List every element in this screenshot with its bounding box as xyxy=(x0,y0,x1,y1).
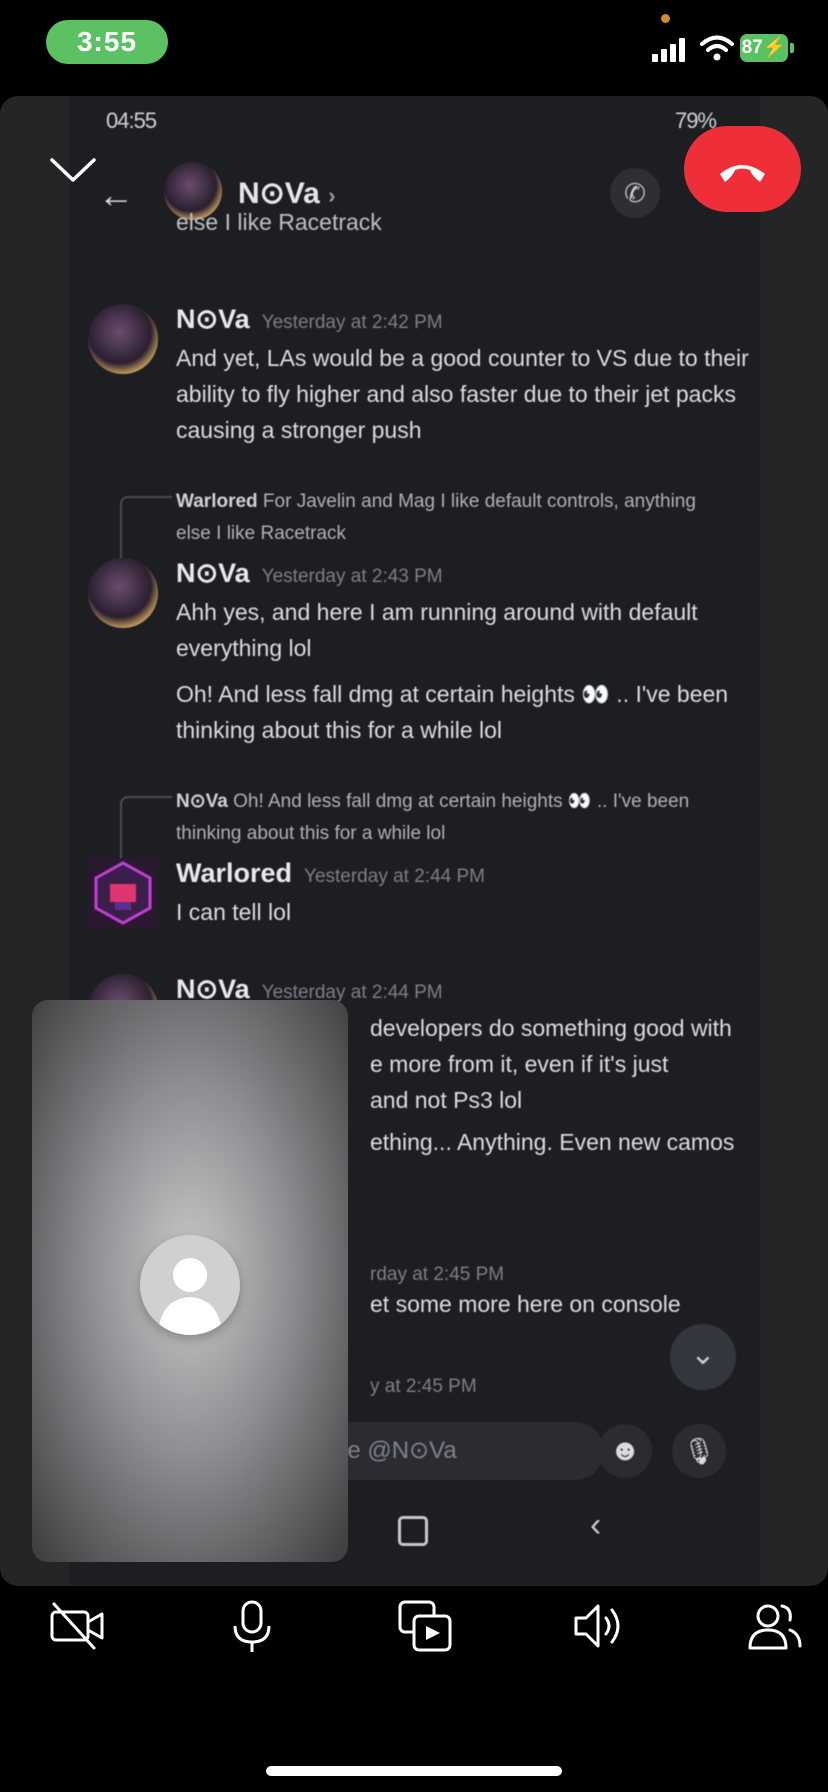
default-avatar-icon xyxy=(140,1235,240,1335)
chevron-down-icon[interactable] xyxy=(48,150,98,190)
message-time: Yesterday at 2:44 PM xyxy=(304,866,485,887)
battery-indicator: 87⚡ xyxy=(740,34,788,62)
reply-preview: Warlored For Javelin and Mag I like defa… xyxy=(176,486,736,550)
message-text: e more from it, even if it's just xyxy=(370,1051,669,1077)
message-text: I can tell lol xyxy=(176,899,292,925)
call-time-pill[interactable]: 3:55 xyxy=(46,20,168,64)
reply-text: Oh! And less fall dmg at certain heights… xyxy=(176,791,690,844)
message-text: et some more here on console xyxy=(370,1291,681,1317)
message-text: Ahh yes, and here I am running around wi… xyxy=(176,599,698,661)
reply-connector xyxy=(120,796,172,858)
avatar xyxy=(88,304,158,374)
message-input: ge @N⊙Va xyxy=(320,1422,604,1480)
reply-author: Warlored xyxy=(176,491,258,512)
reply-author: N⊙Va xyxy=(176,791,228,812)
avatar xyxy=(88,558,158,628)
ios-status-bar: 3:55 87⚡ xyxy=(0,0,828,90)
nav-back-icon: ‹ xyxy=(590,1506,602,1544)
people-icon[interactable] xyxy=(744,1596,804,1656)
back-arrow-icon: ← xyxy=(98,174,134,215)
mic-indicator-dot xyxy=(661,14,670,23)
scroll-to-bottom-button: ⌄ xyxy=(670,1324,736,1390)
call-controls xyxy=(0,1596,828,1666)
self-view-tile[interactable] xyxy=(32,1000,348,1562)
screen-share-icon[interactable] xyxy=(396,1596,456,1656)
reply-preview: N⊙Va Oh! And less fall dmg at certain he… xyxy=(176,786,736,850)
warlored-avatar xyxy=(88,858,158,928)
message-author: Warlored Yesterday at 2:44 PM xyxy=(176,858,485,888)
video-off-icon[interactable] xyxy=(48,1596,108,1656)
android-time: 04:55 xyxy=(106,108,157,133)
microphone-icon[interactable] xyxy=(222,1596,282,1656)
microphone-icon: 🎙 xyxy=(672,1424,726,1478)
emoji-icon: ☻ xyxy=(598,1424,652,1478)
wifi-icon xyxy=(700,35,734,61)
home-square-icon xyxy=(398,1516,428,1546)
cellular-signal-icon xyxy=(652,38,685,62)
message-text: developers do something good with xyxy=(370,1015,732,1041)
message-time: rday at 2:45 PM xyxy=(370,1264,505,1285)
message-text: Oh! And less fall dmg at certain heights… xyxy=(176,681,729,743)
battery-tip xyxy=(790,43,794,53)
message-time: Yesterday at 2:42 PM xyxy=(261,312,443,333)
end-call-button[interactable] xyxy=(684,126,801,212)
message-text: and not Ps3 lol xyxy=(370,1087,523,1113)
hang-up-icon xyxy=(720,165,765,182)
message-text: else I like Racetrack xyxy=(176,209,382,235)
android-status-bar: 04:55 79% xyxy=(106,106,746,136)
message-text: And yet, LAs would be a good counter to … xyxy=(176,345,749,443)
speaker-icon[interactable] xyxy=(570,1596,630,1656)
message-time: Yesterday at 2:43 PM xyxy=(261,566,443,587)
message-time: y at 2:45 PM xyxy=(370,1376,477,1397)
reply-connector xyxy=(120,496,172,558)
message-author: N⊙Va Yesterday at 2:42 PM xyxy=(176,304,443,334)
message-author: N⊙Va Yesterday at 2:43 PM xyxy=(176,558,443,588)
home-indicator[interactable] xyxy=(266,1766,562,1776)
message-text: ething... Anything. Even new camos xyxy=(370,1129,735,1155)
